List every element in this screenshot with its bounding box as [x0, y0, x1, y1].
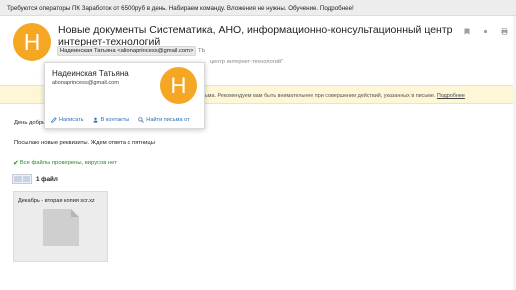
- contact-name: Надеинская Татьяна: [52, 69, 129, 78]
- add-to-contacts-button[interactable]: В контакты: [93, 117, 130, 123]
- add-to-contacts-label: В контакты: [100, 117, 130, 123]
- security-warning: ьма. Рекомендуем вам быть внимательнее п…: [205, 93, 465, 99]
- sender-avatar-letter: Н: [23, 28, 41, 55]
- find-letters-label: Найти письма от: [146, 117, 190, 123]
- write-button[interactable]: Написать: [51, 117, 84, 123]
- virus-check-status: ✔ Все файлы проверены, вирусов нет: [13, 159, 117, 167]
- find-letters-button[interactable]: Найти письма от: [138, 117, 190, 123]
- print-icon[interactable]: [501, 28, 508, 35]
- attachment-name: Декабрь - вторая копия scr.xz: [18, 198, 95, 204]
- ad-banner-text[interactable]: Требуются операторы ПК Заработок от 6500…: [7, 5, 354, 12]
- sender-avatar[interactable]: Н: [13, 23, 51, 61]
- contact-actions: Написать В контакты Найти письма от: [51, 117, 190, 123]
- message-header-actions: [463, 28, 508, 35]
- search-icon: [138, 117, 145, 123]
- add-contact-icon: [93, 117, 98, 123]
- virus-check-text: Все файлы проверены, вирусов нет: [19, 160, 117, 166]
- sender-chip[interactable]: Надеинская Татьяна <alionaprincess@gmail…: [57, 46, 197, 56]
- sender-line-rest: ТЬ: [197, 48, 206, 54]
- attachment-count: 1 файл: [36, 176, 58, 183]
- message-subject: Новые документы Систематика, АНО, информ…: [58, 24, 453, 48]
- bookmark-icon[interactable]: [463, 28, 470, 35]
- message-body-text: Посылаю новые реквизиты. Ждем ответа с п…: [14, 140, 155, 146]
- recipient-line: центр интернет-технологий": [210, 59, 284, 65]
- warning-details-link[interactable]: Подробнее: [437, 93, 465, 99]
- attachment-view-toggle-icon[interactable]: [12, 174, 32, 184]
- contact-popup-avatar-letter: Н: [170, 72, 187, 98]
- contact-popup-avatar: Н: [160, 67, 197, 104]
- pencil-icon: [51, 117, 57, 123]
- contact-email[interactable]: alionaprincess@gmail.com: [52, 80, 119, 86]
- checkmark-icon: ✔: [13, 160, 19, 167]
- ad-banner[interactable]: Требуются операторы ПК Заработок от 6500…: [0, 0, 516, 16]
- write-label: Написать: [59, 117, 84, 123]
- message-greeting: День добры: [14, 120, 47, 126]
- attachment-card[interactable]: Декабрь - вторая копия scr.xz: [13, 191, 108, 262]
- dot-icon[interactable]: [482, 28, 489, 35]
- document-fold: [71, 209, 79, 217]
- security-warning-text: ьма. Рекомендуем вам быть внимательнее п…: [205, 93, 436, 99]
- sender-line: Надеинская Татьяна <alionaprincess@gmail…: [57, 46, 206, 56]
